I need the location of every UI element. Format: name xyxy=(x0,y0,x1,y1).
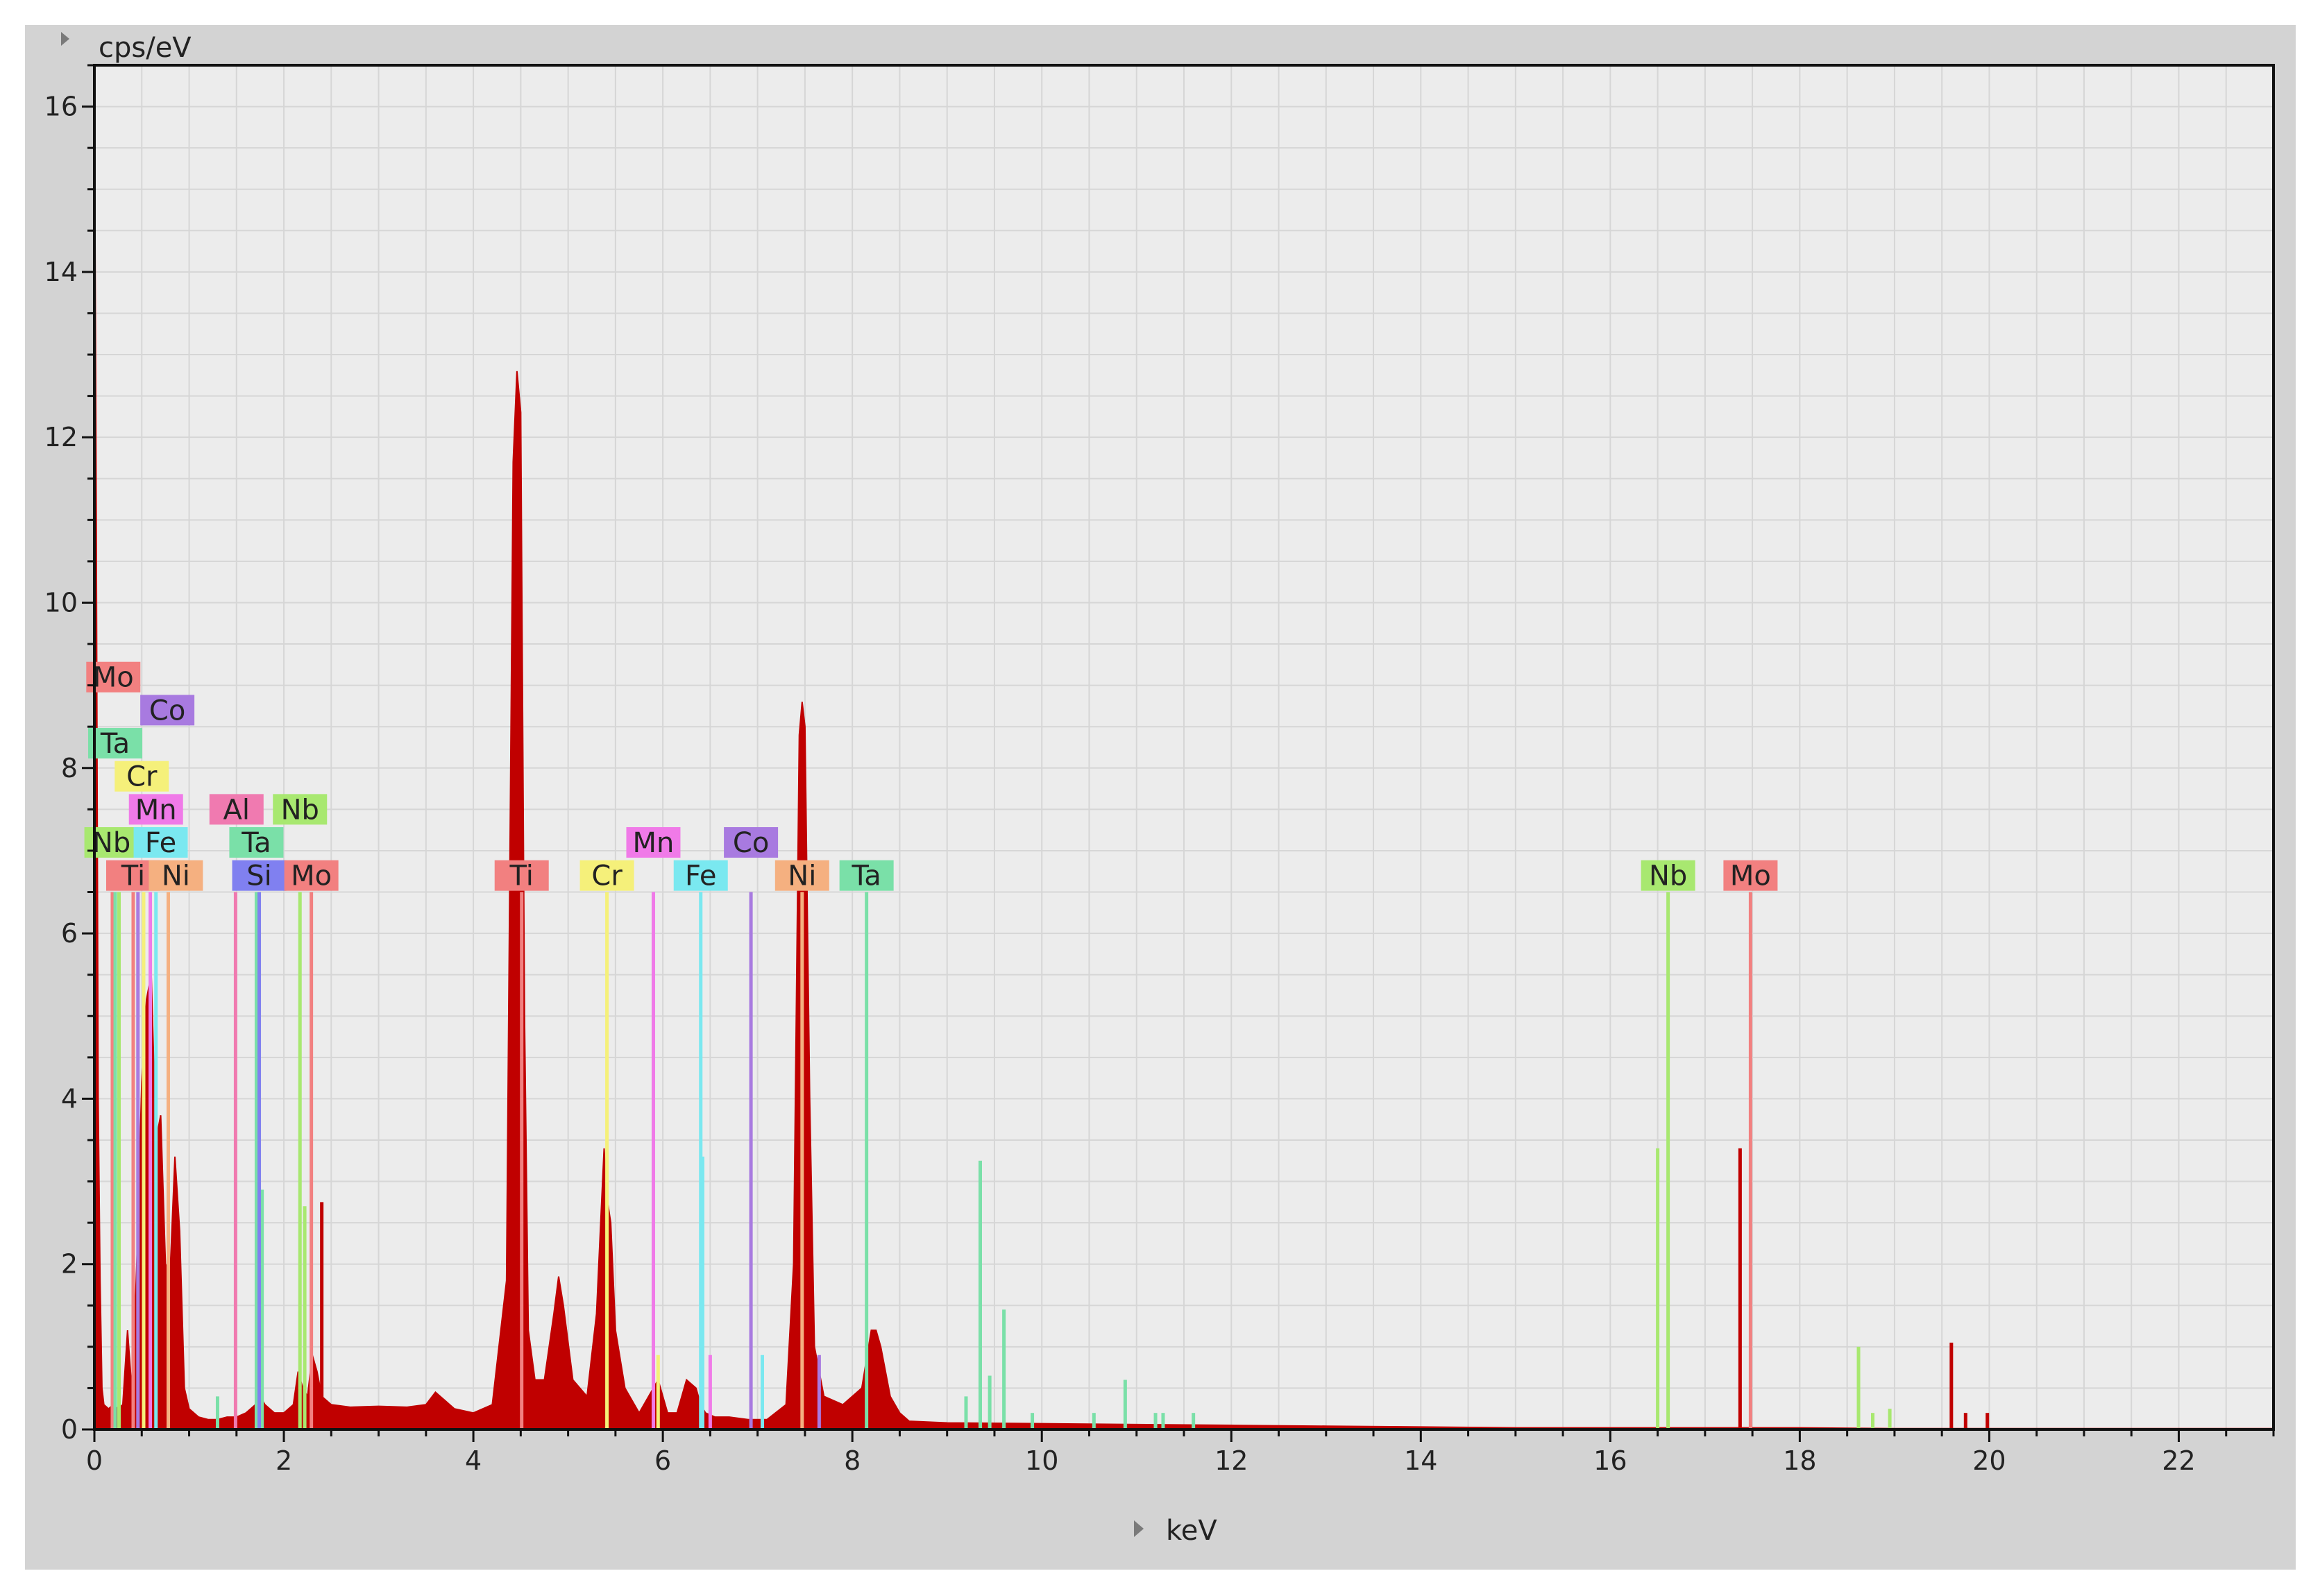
x-tick-label: 10 xyxy=(1025,1445,1058,1476)
element-label: Ti xyxy=(509,860,534,892)
element-label: Fe xyxy=(685,860,716,892)
element-label: Mn xyxy=(135,794,177,826)
y-tick-label: 6 xyxy=(61,918,78,949)
y-tick-label: 4 xyxy=(61,1083,78,1114)
element-label: Cr xyxy=(591,860,623,892)
x-tick-label: 14 xyxy=(1404,1445,1437,1476)
x-axis-expand-icon[interactable] xyxy=(1134,1520,1144,1537)
element-label: Ni xyxy=(788,860,816,892)
y-axis-expand-icon[interactable] xyxy=(61,32,69,46)
x-tick-label: 2 xyxy=(276,1445,292,1476)
element-label: Nb xyxy=(92,827,130,859)
element-label: Mo xyxy=(291,860,332,892)
y-tick-label: 16 xyxy=(44,92,78,122)
x-tick-label: 12 xyxy=(1214,1445,1248,1476)
element-label: Ti xyxy=(121,860,145,892)
x-axis-title: keV xyxy=(1166,1515,1217,1547)
element-label: Al xyxy=(223,794,250,826)
element-label: Co xyxy=(149,695,185,727)
element-label: Mo xyxy=(1730,860,1771,892)
y-axis-title: cps/eV xyxy=(99,32,192,64)
element-label: Ta xyxy=(241,827,271,859)
x-tick-label: 18 xyxy=(1783,1445,1816,1476)
element-label: Ni xyxy=(162,860,190,892)
x-tick-label: 8 xyxy=(844,1445,861,1476)
chart-frame: Mo Co Ta Cr Mn Al Nb Nb Fe Ta Ti Ni Si Mo Ti Cr Mn Fe Co Ni… xyxy=(25,25,2296,1570)
element-label: Co xyxy=(733,827,769,859)
eds-spectrum-chart: MoCoTaCrMn Al NbNb Fe TaTi Ni Si Mo Ti CrMnFeCoNi… xyxy=(44,32,2275,1547)
y-tick-label: 2 xyxy=(61,1249,78,1280)
y-axis: 0 2 4 6 8 10 12 14 16 xyxy=(44,64,94,1445)
element-label: Si xyxy=(246,860,272,892)
x-tick-label: 4 xyxy=(465,1445,482,1476)
y-tick-label: 0 xyxy=(61,1414,78,1445)
y-tick-label: 12 xyxy=(44,422,78,452)
y-tick-label: 14 xyxy=(44,257,78,287)
element-label: Mo xyxy=(93,662,134,694)
element-label: Mn xyxy=(633,827,675,859)
element-label: Fe xyxy=(145,827,176,859)
element-label: Nb xyxy=(281,794,319,826)
x-tick-label: 6 xyxy=(654,1445,671,1476)
element-label: Ta xyxy=(851,860,881,892)
x-axis: 0 2 4 6 8 10 12 14 16 18 20 22 xyxy=(86,1429,2275,1476)
x-tick-label: 0 xyxy=(86,1445,103,1476)
y-tick-label: 8 xyxy=(61,753,78,783)
element-label: Cr xyxy=(126,761,158,793)
element-label: Ta xyxy=(100,728,130,760)
x-tick-label: 22 xyxy=(2162,1445,2195,1476)
y-tick-label: 10 xyxy=(44,587,78,618)
element-label: Nb xyxy=(1649,860,1687,892)
x-tick-label: 16 xyxy=(1593,1445,1627,1476)
x-tick-label: 20 xyxy=(1972,1445,2006,1476)
